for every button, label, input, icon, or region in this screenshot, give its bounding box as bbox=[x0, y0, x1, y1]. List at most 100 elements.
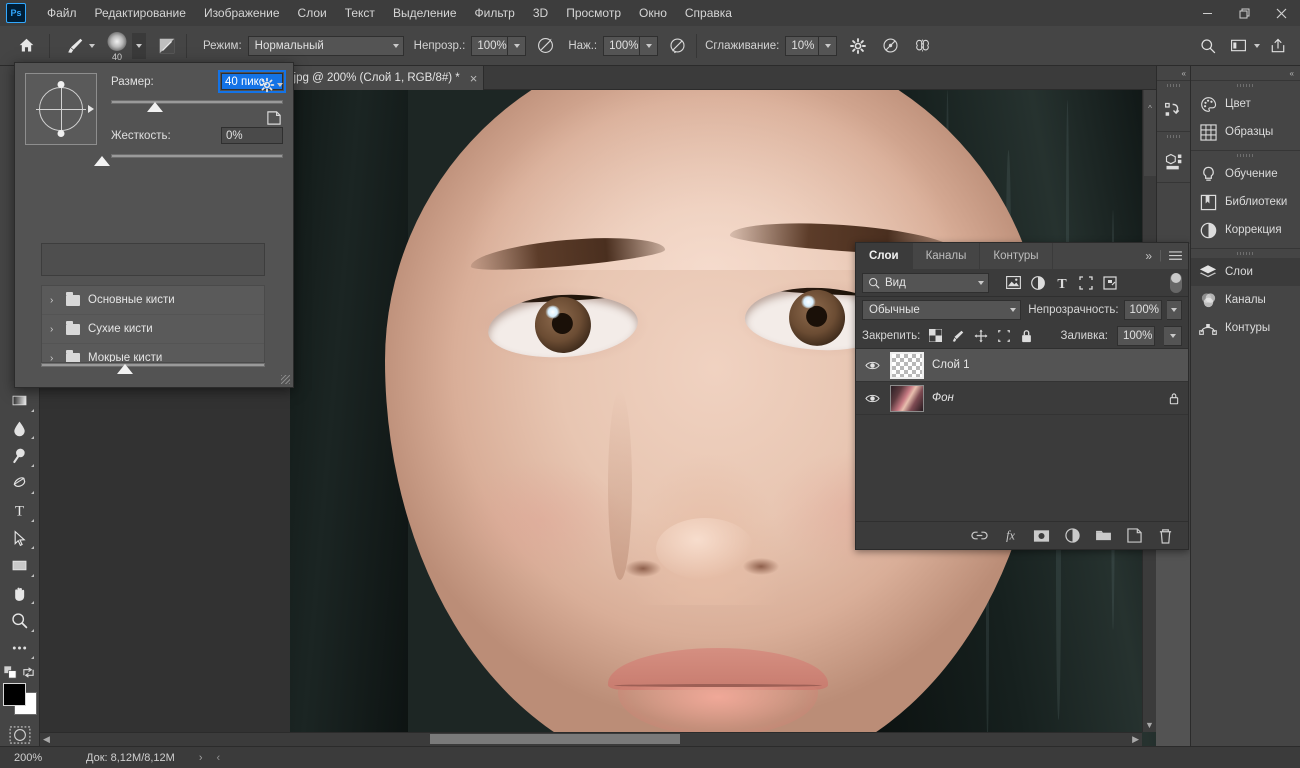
chevron-left-icon[interactable]: ‹ bbox=[217, 752, 221, 764]
tool-zoom[interactable] bbox=[4, 607, 36, 633]
brush-hardness-slider[interactable] bbox=[111, 151, 283, 167]
resize-grip-icon[interactable] bbox=[281, 375, 290, 384]
menu-item-text[interactable]: Текст bbox=[336, 2, 384, 24]
layers-list[interactable]: Слой 1 Фон bbox=[856, 349, 1188, 521]
smoothing-chevron-icon[interactable] bbox=[819, 36, 837, 56]
panel-grip[interactable] bbox=[1157, 132, 1190, 140]
brush-preset-chevron-icon[interactable] bbox=[132, 33, 146, 59]
layer-fill-chevron-icon[interactable] bbox=[1164, 326, 1182, 346]
zoom-level[interactable]: 200% bbox=[0, 752, 62, 764]
adjustment-layer-icon[interactable] bbox=[1063, 527, 1081, 545]
share-icon[interactable] bbox=[1265, 33, 1291, 59]
tool-pen[interactable] bbox=[4, 470, 36, 496]
menu-item-edit[interactable]: Редактирование bbox=[86, 2, 195, 24]
pressure-opacity-icon[interactable] bbox=[532, 33, 558, 59]
layer-visibility-toggle[interactable] bbox=[862, 393, 882, 404]
menu-item-file[interactable]: Файл bbox=[38, 2, 86, 24]
dock-collapse-sliver[interactable]: ^ bbox=[1144, 90, 1156, 176]
tool-gradient[interactable] bbox=[4, 388, 36, 414]
tab-paths[interactable]: Контуры bbox=[980, 243, 1052, 269]
brush-size-slider[interactable] bbox=[111, 97, 283, 113]
foreground-color-swatch[interactable] bbox=[3, 683, 26, 706]
lock-all-icon[interactable] bbox=[1020, 329, 1033, 343]
panel-grip[interactable] bbox=[1191, 151, 1300, 160]
filter-pixel-icon[interactable] bbox=[1006, 276, 1021, 289]
new-layer-icon[interactable] bbox=[1125, 527, 1143, 545]
link-layers-icon[interactable] bbox=[970, 527, 988, 545]
tool-preset-chevron-icon[interactable] bbox=[89, 44, 95, 48]
layer-mask-icon[interactable] bbox=[1032, 527, 1050, 545]
brush-panel-icon[interactable] bbox=[154, 33, 180, 59]
chevron-right-icon[interactable]: › bbox=[199, 752, 203, 764]
layer-name[interactable]: Фон bbox=[932, 392, 1160, 404]
menu-item-help[interactable]: Справка bbox=[676, 2, 741, 24]
swap-colors-icon[interactable] bbox=[22, 666, 35, 679]
brush-groups-list[interactable]: › Основные кисти › Сухие кисти › Мокрые … bbox=[41, 285, 265, 363]
maximize-button[interactable] bbox=[1226, 0, 1263, 26]
gear-icon[interactable] bbox=[845, 33, 871, 59]
workspace-icon[interactable] bbox=[1225, 33, 1251, 59]
close-icon[interactable]: × bbox=[470, 72, 478, 85]
opacity-input[interactable]: 100% bbox=[471, 36, 508, 56]
filter-type-select[interactable]: Вид bbox=[862, 273, 989, 293]
airbrush-icon[interactable] bbox=[664, 33, 690, 59]
filter-smart-object-icon[interactable] bbox=[1103, 276, 1117, 290]
dock-item-libraries[interactable]: Библиотеки bbox=[1191, 188, 1300, 216]
brush-search-field[interactable] bbox=[41, 243, 265, 276]
layer-opacity-chevron-icon[interactable] bbox=[1167, 300, 1182, 320]
lock-image-icon[interactable] bbox=[951, 329, 965, 343]
tool-blur[interactable] bbox=[4, 415, 36, 441]
default-colors-icon[interactable] bbox=[4, 666, 17, 679]
layer-name[interactable]: Слой 1 bbox=[932, 359, 1180, 371]
smoothing-input[interactable]: 10% bbox=[785, 36, 819, 56]
active-tool-brush-icon[interactable] bbox=[62, 32, 98, 60]
minimize-button[interactable] bbox=[1189, 0, 1226, 26]
lock-transparency-icon[interactable] bbox=[929, 329, 942, 342]
scroll-left-icon[interactable]: ◀ bbox=[43, 733, 50, 746]
brush-angle-icon[interactable] bbox=[877, 33, 903, 59]
layer-fill-input[interactable]: 100% bbox=[1117, 326, 1155, 346]
tab-channels[interactable]: Каналы bbox=[913, 243, 981, 269]
layer-visibility-toggle[interactable] bbox=[862, 360, 882, 371]
layer-thumbnail[interactable] bbox=[890, 385, 924, 412]
gear-icon[interactable] bbox=[259, 77, 283, 93]
double-chevron-left-icon[interactable]: « bbox=[1157, 66, 1190, 80]
close-button[interactable] bbox=[1263, 0, 1300, 26]
horizontal-scroll-thumb[interactable] bbox=[430, 734, 680, 744]
lock-artboard-icon[interactable] bbox=[997, 329, 1011, 343]
search-icon[interactable] bbox=[1195, 33, 1221, 59]
layer-thumbnail[interactable] bbox=[890, 352, 924, 379]
dock-item-adjustments[interactable]: Коррекция bbox=[1191, 216, 1300, 244]
chevron-right-icon[interactable]: › bbox=[50, 295, 58, 306]
layer-opacity-input[interactable]: 100% bbox=[1124, 300, 1162, 320]
dock-item-channels[interactable]: Каналы bbox=[1191, 286, 1300, 314]
menu-item-image[interactable]: Изображение bbox=[195, 2, 289, 24]
lock-position-icon[interactable] bbox=[974, 329, 988, 343]
chevron-right-icon[interactable]: › bbox=[50, 324, 58, 335]
scroll-right-icon[interactable]: ▶ bbox=[1132, 733, 1139, 746]
delete-layer-icon[interactable] bbox=[1156, 527, 1174, 545]
dock-item-layers[interactable]: Слои bbox=[1191, 258, 1300, 286]
flow-chevron-icon[interactable] bbox=[640, 36, 658, 56]
list-item[interactable]: › Основные кисти bbox=[42, 286, 264, 315]
brush-tip-preview[interactable] bbox=[25, 73, 97, 145]
tool-edit-toolbar[interactable] bbox=[4, 635, 36, 661]
filter-toggle-icon[interactable] bbox=[1170, 273, 1182, 293]
menu-item-layers[interactable]: Слои bbox=[289, 2, 336, 24]
layer-style-fx-icon[interactable]: fx bbox=[1001, 527, 1019, 545]
panel-grip[interactable] bbox=[1157, 81, 1190, 89]
tool-path-selection[interactable] bbox=[4, 525, 36, 551]
menu-item-view[interactable]: Просмотр bbox=[557, 2, 630, 24]
panel-menu-icon[interactable] bbox=[1169, 251, 1182, 262]
filter-adjustment-icon[interactable] bbox=[1031, 276, 1045, 290]
double-chevron-right-icon[interactable]: » bbox=[1145, 249, 1152, 263]
blend-mode-select[interactable]: Нормальный bbox=[248, 36, 404, 56]
tool-rectangle[interactable] bbox=[4, 552, 36, 578]
layer-blend-mode-select[interactable]: Обычные bbox=[862, 300, 1021, 320]
list-item[interactable]: › Сухие кисти bbox=[42, 315, 264, 344]
history-icon[interactable] bbox=[1157, 89, 1190, 131]
brush-size-preview[interactable]: 40 bbox=[102, 31, 132, 61]
flow-input[interactable]: 100% bbox=[603, 36, 640, 56]
tool-dodge[interactable] bbox=[4, 442, 36, 468]
double-chevron-left-icon[interactable]: « bbox=[1191, 66, 1300, 80]
